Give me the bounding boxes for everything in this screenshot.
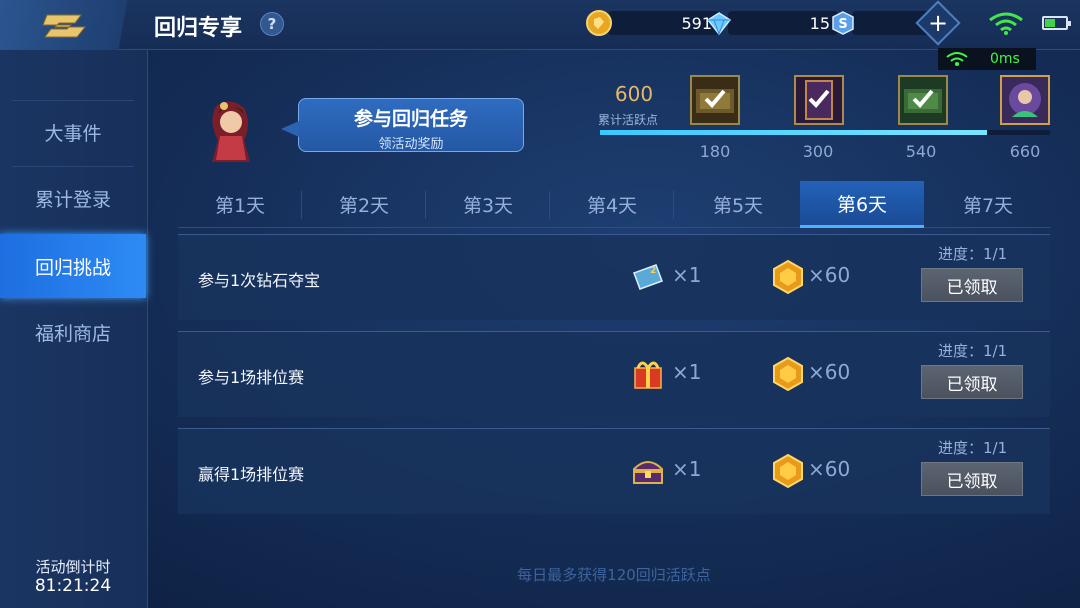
gem-coin-icon (773, 259, 803, 295)
tab-day-4[interactable]: 第4天 (550, 181, 674, 228)
claimed-button[interactable]: 已领取 (921, 462, 1023, 496)
reward-quantity: ×60 (808, 263, 851, 287)
milestone-label-2: 300 (802, 142, 834, 161)
hero-avatar (212, 101, 250, 162)
task-row: 参与1场排位赛 ×1 ×60 进度：1/1 已领取 (178, 331, 1050, 417)
reward-quantity: ×60 (808, 457, 851, 481)
countdown-timer: 81:21:24 (34, 576, 112, 596)
plus-icon: + (927, 8, 949, 37)
diamond-icon (706, 12, 732, 36)
banner-title: 参与回归任务 (353, 108, 468, 130)
battery-icon (1042, 16, 1071, 30)
gem-coin-icon (773, 356, 803, 392)
ping-indicator: 0ms (938, 48, 1036, 70)
tab-day-3[interactable]: 第3天 (426, 181, 550, 228)
top-bar: 回归专享 ? 591 15 S 2 + (0, 0, 1080, 50)
skin-reward-icon (1009, 83, 1041, 117)
milestone-reward-660[interactable] (1000, 75, 1050, 125)
treasure-chest-icon (633, 461, 663, 484)
svg-text:S: S (838, 17, 847, 32)
milestone-reward-300[interactable] (794, 75, 844, 125)
sidebar-item-login[interactable]: 累计登录 (12, 166, 134, 230)
banner-speech-bubble: 参与回归任务 领活动奖励 (281, 98, 524, 152)
claimed-button[interactable]: 已领取 (921, 365, 1023, 399)
task-name: 参与1场排位赛 (198, 368, 305, 387)
milestone-reward-180[interactable] (690, 75, 740, 125)
gift-box-icon (634, 361, 662, 389)
task-row: 参与1次钻石夺宝 2 ×1 ×60 进度：1/1 已领取 (178, 234, 1050, 320)
gold-amount: 591 (608, 11, 720, 35)
footer-note: 每日最多获得120回归活跃点 (517, 566, 711, 584)
milestone-label-3: 540 (905, 142, 937, 161)
reward-quantity: ×1 (672, 457, 702, 481)
sidebar-item-events[interactable]: 大事件 (12, 100, 134, 164)
back-button[interactable] (0, 0, 140, 50)
back-arrow-icon (42, 14, 87, 38)
recharge-button[interactable]: + (915, 0, 961, 46)
milestone-label-4: 660 (1009, 142, 1041, 161)
reward-quantity: ×60 (808, 360, 851, 384)
tab-day-7[interactable]: 第7天 (926, 181, 1050, 228)
page-title: 回归专享 (154, 16, 243, 41)
activity-points-label: 累计活跃点 (598, 113, 659, 127)
tab-day-1[interactable]: 第1天 (178, 181, 302, 228)
activity-progress-bar (600, 130, 1050, 135)
day-tabs: 第1天 第2天 第3天 第4天 第5天 第6天 第7天 (178, 181, 1050, 228)
claimed-button[interactable]: 已领取 (921, 268, 1023, 302)
signal-icon (946, 52, 968, 66)
diamond-amount: 15 (728, 11, 838, 35)
activity-points-value: 600 (614, 82, 654, 106)
voucher-icon: S (832, 11, 854, 35)
task-progress: 进度：1/1 (938, 342, 1008, 360)
tab-day-5[interactable]: 第5天 (676, 181, 800, 228)
reward-quantity: ×1 (672, 360, 702, 384)
banner-subtitle: 领活动奖励 (378, 137, 444, 152)
sidebar: 大事件 累计登录 回归挑战 福利商店 活动倒计时 81:21:24 (0, 50, 148, 608)
gem-coin-icon (773, 453, 803, 489)
ping-value: 0ms (990, 51, 1020, 67)
ticket-reward-icon (696, 89, 734, 113)
task-name: 参与1次钻石夺宝 (198, 271, 321, 290)
milestone-reward-540[interactable] (898, 75, 948, 125)
svg-text:2: 2 (650, 266, 656, 276)
gold-coin-icon (586, 10, 612, 36)
card-reward-icon (805, 80, 833, 120)
reward-quantity: ×1 (672, 263, 702, 287)
task-progress: 进度：1/1 (938, 439, 1008, 457)
activity-progress-fill (600, 130, 987, 135)
task-progress: 进度：1/1 (938, 245, 1008, 263)
milestone-label-1: 180 (699, 142, 731, 161)
sidebar-item-shop[interactable]: 福利商店 (12, 300, 134, 364)
gold-card-icon: 2 (633, 264, 663, 290)
coupon-reward-icon (904, 89, 942, 113)
task-row: 赢得1场排位赛 ×1 ×60 进度：1/1 已领取 (178, 428, 1050, 514)
countdown-label: 活动倒计时 (35, 558, 111, 576)
wifi-icon (989, 12, 1023, 35)
gold-currency: 591 (586, 10, 720, 36)
task-name: 赢得1场排位赛 (198, 465, 305, 484)
help-button[interactable]: ? (260, 12, 284, 36)
tab-day-6[interactable]: 第6天 (800, 181, 924, 228)
tab-day-2[interactable]: 第2天 (302, 181, 426, 228)
diamond-currency: 15 (706, 10, 838, 36)
sidebar-item-challenge[interactable]: 回归挑战 (0, 234, 146, 298)
